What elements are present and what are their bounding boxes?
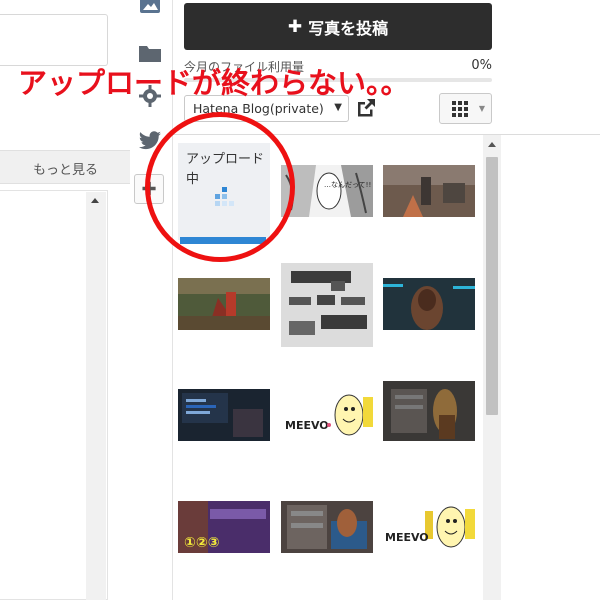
game-screenshot-thumb[interactable] — [383, 165, 475, 217]
grid-icon — [452, 101, 468, 117]
title-input[interactable] — [0, 14, 108, 66]
editor-scrollbar[interactable] — [86, 192, 106, 600]
caret-down-icon: ▼ — [478, 104, 485, 113]
game-screenshot-thumb[interactable] — [178, 278, 270, 330]
weapon-items-thumb[interactable] — [281, 263, 373, 347]
annotation-circle — [145, 112, 295, 262]
meevo-text: MEEVO — [385, 531, 429, 544]
scrollbar-thumb[interactable] — [486, 157, 498, 415]
game-screenshot-thumb[interactable] — [178, 389, 270, 441]
view-toggle-button[interactable]: ▼ — [439, 93, 492, 124]
game-banner-thumb[interactable]: ①②③ — [178, 501, 270, 553]
manga-text: …なんだって!! — [324, 181, 371, 189]
plus-icon: ✚ — [287, 16, 303, 37]
post-photo-label: 写真を投稿 — [308, 18, 389, 38]
meevo-logo-thumb[interactable]: MEEVO — [383, 501, 475, 553]
game-screenshot-thumb[interactable] — [281, 501, 373, 553]
meevo-text: MEEVO — [285, 419, 329, 432]
game-screenshot-thumb[interactable] — [383, 381, 475, 441]
annotation-text: アップロードが終わらない。。 — [18, 66, 410, 100]
more-link[interactable]: もっと見る — [33, 159, 98, 178]
photo-grid-scrollbar[interactable] — [483, 135, 501, 600]
editor-toolbar: もっと見る — [0, 150, 130, 184]
scroll-up-arrow-icon[interactable] — [488, 142, 496, 147]
image-icon[interactable] — [137, 0, 163, 18]
caret-down-icon: ▼ — [334, 102, 342, 113]
file-usage-percent: 0% — [471, 58, 492, 73]
game-screenshot-thumb[interactable] — [383, 278, 475, 330]
meevo-logo-thumb[interactable]: MEEVO — [281, 389, 373, 441]
numbered-steps-text: ①②③ — [184, 535, 220, 551]
post-photo-button[interactable]: ✚ 写真を投稿 — [184, 3, 492, 50]
scroll-up-arrow-icon[interactable] — [91, 198, 99, 203]
